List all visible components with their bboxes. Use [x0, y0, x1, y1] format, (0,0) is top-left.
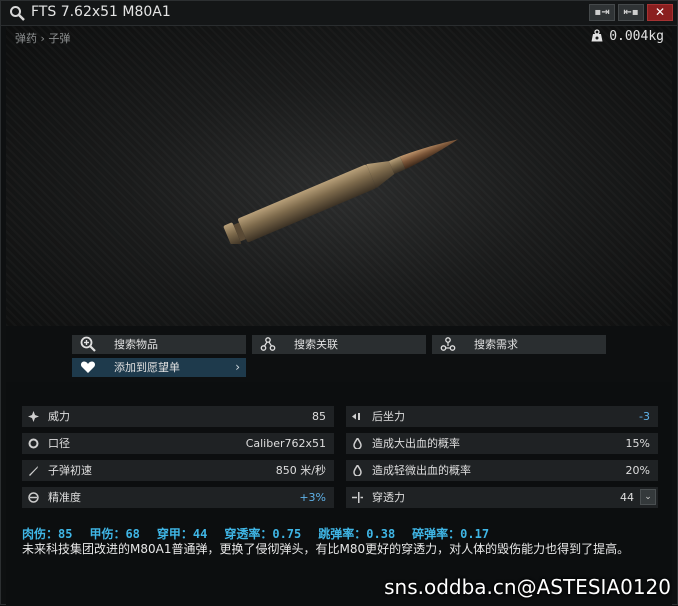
network-icon [440, 337, 456, 351]
summary-armor-damage: 甲伤：68 [89, 527, 140, 541]
stat-light-bleed: 造成轻微出血的概率 20% [346, 460, 658, 481]
title-bar[interactable]: FTS 7.62x51 M80A1 ▪⇥ ⇤▪ ✕ [1, 1, 677, 26]
item-description: 未来科技集团改进的M80A1普通弹，更换了侵彻弹头，有比M80更好的穿透力，对人… [22, 542, 630, 556]
unpin-button[interactable]: ⇤▪ [618, 4, 644, 21]
search-related-label: 搜索关联 [294, 338, 338, 351]
stat-muzzle-velocity: 子弹初速 850 米/秒 [22, 460, 334, 481]
stat-label: 威力 [48, 410, 70, 423]
bullet-image [223, 139, 458, 244]
stat-heavy-bleed: 造成大出血的概率 15% [346, 433, 658, 454]
caliber-icon [28, 438, 39, 449]
stat-label: 造成轻微出血的概率 [372, 464, 471, 477]
summary-damage: 肉伤：85 [22, 527, 73, 541]
stat-caliber: 口径 Caliber762x51 [22, 433, 334, 454]
stats-panel: 威力 85 口径 Caliber762x51 子弹初速 850 米/秒 精准度 … [6, 382, 672, 606]
pin-button[interactable]: ▪⇥ [589, 4, 615, 21]
penetration-icon [352, 492, 363, 503]
stat-label: 造成大出血的概率 [372, 437, 460, 450]
summary-penetration: 穿甲：44 [156, 527, 208, 541]
stat-value: +3% [299, 491, 326, 504]
stat-recoil: 后坐力 -3 [346, 406, 658, 427]
stat-damage: 威力 85 [22, 406, 334, 427]
stat-value: 15% [625, 437, 650, 450]
watermark: sns.oddba.cn@ASTESIA0120 [384, 575, 671, 599]
search-needs-label: 搜索需求 [474, 338, 518, 351]
stat-label: 后坐力 [372, 410, 405, 423]
stat-value: 20% [625, 464, 650, 477]
summary-pen-rate: 穿透率：0.75 [224, 527, 302, 541]
damage-icon [28, 411, 39, 422]
blood-drop-icon [353, 465, 362, 476]
magnifier-icon [10, 6, 25, 21]
item-inspect-window: FTS 7.62x51 M80A1 ▪⇥ ⇤▪ ✕ 弹药 › 子弹 0.004k… [0, 0, 678, 606]
ballistics-summary: 肉伤：85 甲伤：68 穿甲：44 穿透率：0.75 跳弹率：0.38 碎弹率：0.17 [22, 525, 506, 542]
stat-label: 精准度 [48, 491, 81, 504]
search-icon [80, 336, 96, 352]
item-weight: 0.004kg [591, 29, 664, 44]
stat-accuracy: 精准度 +3% [22, 487, 334, 508]
weight-icon [591, 29, 603, 42]
search-item-button[interactable]: 搜索物品 [72, 335, 246, 354]
stat-penetration: 穿透力 44 ⌄ [346, 487, 658, 508]
window-title: FTS 7.62x51 M80A1 [31, 4, 171, 20]
heart-icon [80, 361, 96, 373]
stat-label: 穿透力 [372, 491, 405, 504]
stat-value: Caliber762x51 [245, 437, 326, 450]
bullet-icon [29, 466, 38, 476]
item-preview: 弹药 › 子弹 0.004kg [6, 26, 672, 326]
chevron-right-icon: › [235, 360, 240, 374]
stat-value: -3 [639, 410, 650, 423]
stat-value: 85 [312, 410, 326, 423]
search-item-label: 搜索物品 [114, 338, 158, 351]
blood-drop-icon [353, 438, 362, 449]
summary-ricochet: 跳弹率：0.38 [318, 527, 396, 541]
summary-fragmentation: 碎弹率：0.17 [412, 527, 490, 541]
stat-value: 44 [620, 491, 634, 504]
stat-value: 850 米/秒 [275, 464, 326, 477]
crosshair-icon [28, 492, 39, 503]
add-to-wishlist-button[interactable]: 添加到愿望单 › [72, 358, 246, 377]
weight-value: 0.004kg [609, 29, 664, 44]
network-icon [260, 337, 276, 351]
search-related-button[interactable]: 搜索关联 [252, 335, 426, 354]
breadcrumb[interactable]: 弹药 › 子弹 [15, 30, 70, 46]
action-bar: 搜索物品 搜索关联 搜索需求 添加到愿望单 › [6, 326, 672, 382]
recoil-icon [352, 413, 360, 420]
stat-label: 子弹初速 [48, 464, 92, 477]
search-needs-button[interactable]: 搜索需求 [432, 335, 606, 354]
stat-label: 口径 [48, 437, 70, 450]
add-to-wishlist-label: 添加到愿望单 [114, 361, 180, 374]
close-button[interactable]: ✕ [647, 4, 673, 21]
penetration-dropdown-button[interactable]: ⌄ [640, 489, 656, 505]
